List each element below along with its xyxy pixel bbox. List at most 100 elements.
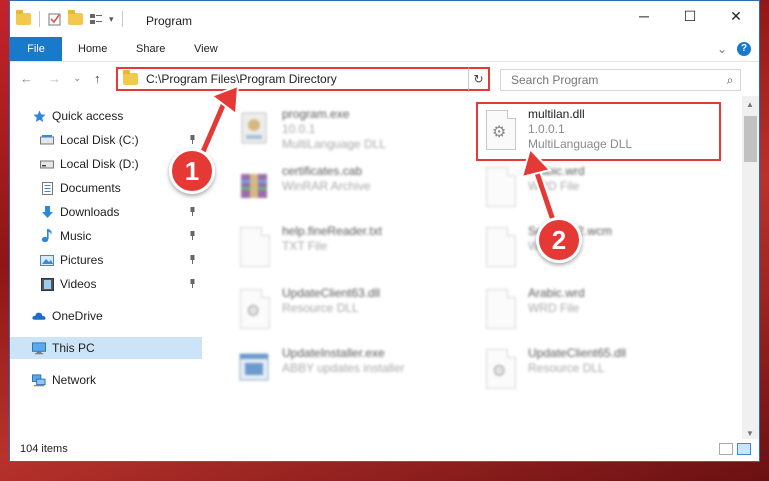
documents-icon [40,181,54,195]
item-count: 104 items [20,443,68,455]
scroll-up-icon[interactable]: ▲ [746,100,754,109]
dll-icon: ⚙ [482,346,518,390]
star-icon [32,109,46,123]
tab-view[interactable]: View [194,37,218,61]
callout-badge-1: 1 [169,148,215,194]
navigation-bar: ← → ⌄ ↑ C:\Program Files\Program Directo… [10,62,759,96]
search-input[interactable] [509,72,720,88]
list-item[interactable]: certificates.cab WinRAR Archive [236,164,466,212]
tab-home[interactable]: Home [78,37,107,61]
window-title: Program [146,14,193,28]
drive-icon [40,157,54,171]
list-item[interactable]: ⚙ UpdateClient65.dll Resource DLL [482,346,712,394]
sidebar-item-label: Local Disk (C:) [60,133,139,147]
highlight-frame [476,102,721,161]
new-folder-icon[interactable] [68,10,83,25]
recent-locations-button[interactable]: ⌄ [73,73,81,84]
file-type: Resource DLL [282,301,359,315]
file-type: WRD File [528,179,580,193]
list-item[interactable]: Arabic.wrd WRD File [482,164,712,212]
minimize-button[interactable]: ─ [621,1,667,31]
sidebar-item-label: Network [52,373,97,387]
large-icons-view-icon[interactable] [737,443,751,455]
list-item[interactable]: Setup.P12.wcm WCM File [482,224,712,272]
sidebar-item-label: OneDrive [52,309,103,323]
address-text: C:\Program Files\Program Directory [146,72,337,86]
sidebar-item-this-pc[interactable]: This PC [10,337,202,359]
title-bar: ▾ Program ─ ☐ ✕ [10,1,759,37]
close-button[interactable]: ✕ [713,1,759,31]
file-name: program.exe [282,107,350,121]
pc-icon [32,341,46,355]
file-icon [236,224,272,268]
view-switcher [719,443,751,455]
file-version: 10.0.1 [282,122,316,136]
file-name: UpdateInstaller.exe [282,346,385,360]
sidebar-item-quick-access[interactable]: Quick access [10,105,202,127]
vertical-scrollbar[interactable]: ▲ ▼ [742,96,759,442]
pictures-icon [40,253,54,267]
help-icon[interactable]: ? [737,42,751,56]
address-bar[interactable]: C:\Program Files\Program Directory ⌄ [116,67,489,91]
sidebar-item-label: Videos [60,277,97,291]
file-icon [482,286,518,330]
scroll-thumb[interactable] [744,116,757,162]
quick-access-toolbar: ▾ [16,10,125,27]
file-name: UpdateClient63.dll [282,286,381,300]
file-name: UpdateClient65.dll [528,346,627,360]
file-name: Arabic.wrd [528,164,585,178]
ribbon-controls: ⌄ ? [717,42,751,56]
separator [39,11,40,27]
sidebar-item-onedrive[interactable]: OneDrive [10,305,202,327]
sidebar-item-label: Pictures [60,253,104,267]
expand-ribbon-icon[interactable]: ⌄ [717,42,727,56]
list-item[interactable]: ⚙ UpdateClient63.dll Resource DLL [236,286,466,334]
tab-file[interactable]: File [10,37,62,61]
search-box[interactable]: ⌕ [500,69,741,91]
list-item[interactable]: program.exe 10.0.1 MultiLanguage DLL [236,107,466,155]
properties-icon[interactable] [48,12,62,26]
exe-icon [239,353,269,381]
sidebar-item-label: Downloads [60,205,120,219]
sidebar-item-music[interactable]: Music [10,225,202,247]
file-type: MultiLanguage DLL [282,137,387,151]
list-item[interactable]: help.fineReader.txt TXT File [236,224,466,272]
video-icon [40,277,54,291]
sidebar-item-label: Quick access [52,109,124,123]
up-button[interactable]: ↑ [94,71,101,86]
dll-icon: ⚙ [236,286,272,330]
sidebar-item-pictures[interactable]: Pictures [10,249,202,271]
sidebar-item-label: Local Disk (D:) [60,157,139,171]
pin-icon[interactable] [189,279,196,288]
list-item[interactable]: Arabic.wrd WRD File [482,286,712,334]
pin-icon[interactable] [189,135,196,144]
file-type: WinRAR Archive [282,179,371,193]
back-button[interactable]: ← [20,71,33,86]
archive-icon [241,174,267,198]
separator [121,11,123,27]
maximize-button[interactable]: ☐ [667,1,713,31]
gear-icon: ⚙ [246,303,261,320]
refresh-button[interactable]: ↻ [468,67,490,91]
sidebar-item-network[interactable]: Network [10,369,202,391]
forward-button[interactable]: → [48,71,61,86]
gear-icon: ⚙ [492,363,507,380]
file-name: help.fineReader.txt [282,224,383,238]
tab-share[interactable]: Share [136,37,165,61]
pin-icon[interactable] [189,255,196,264]
chevron-down-icon[interactable]: ▾ [109,14,114,25]
ribbon: File Home Share View ⌄ ? [10,37,759,62]
sidebar-item-local-disk-c[interactable]: Local Disk (C:) [10,129,202,151]
cloud-icon [32,309,46,323]
pin-icon[interactable] [189,207,196,216]
list-item[interactable]: UpdateInstaller.exe ABBY updates install… [236,346,466,394]
pin-icon[interactable] [189,231,196,240]
document-shape: ⚙ [240,289,270,329]
sidebar-item-downloads[interactable]: Downloads [10,201,202,223]
sidebar-item-videos[interactable]: Videos [10,273,202,295]
file-list: program.exe 10.0.1 MultiLanguage DLL ⚙ m… [210,102,738,432]
file-icon [482,224,518,268]
details-view-icon[interactable] [719,443,733,455]
customize-icon[interactable] [89,12,103,26]
scroll-down-icon[interactable]: ▼ [746,429,754,438]
